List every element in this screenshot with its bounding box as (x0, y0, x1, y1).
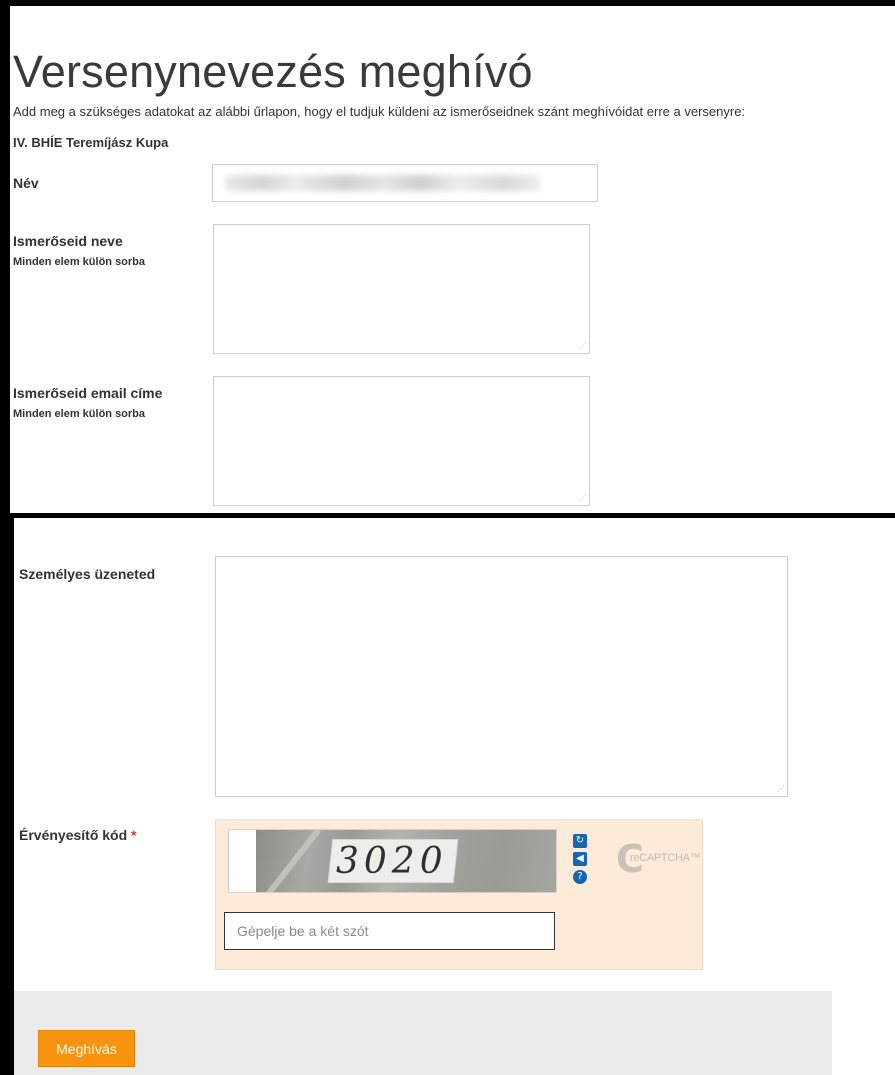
captcha-image: 3020 (228, 829, 557, 893)
captcha-label: Érvényesítő kód * (19, 827, 137, 843)
required-marker: * (131, 827, 137, 843)
screenshot-gap (10, 518, 895, 544)
screenshot-frame-left-lower (0, 518, 14, 1075)
friends-names-hint: Minden elem külön sorba (13, 256, 146, 268)
recaptcha-brand: reCAPTCHA™ (630, 852, 701, 864)
friends-emails-hint: Minden elem külön sorba (13, 408, 146, 420)
captcha-label-text: Érvényesítő kód (19, 827, 128, 843)
name-field[interactable] (212, 164, 598, 202)
screenshot-frame-left (0, 0, 10, 518)
captcha-photo: 3020 (256, 830, 556, 892)
refresh-icon[interactable]: ↻ (573, 834, 587, 848)
captcha-image-text: 3020 (336, 841, 448, 882)
friends-emails-textarea[interactable] (213, 376, 590, 506)
intro-text: Add meg a szükséges adatokat az alábbi ű… (13, 104, 746, 119)
page-title: Versenynevezés meghívó (13, 46, 533, 97)
invite-submit-button[interactable]: Meghívás (38, 1030, 135, 1067)
name-label: Név (13, 175, 39, 191)
form-footer (14, 991, 832, 1075)
message-label: Személyes üzeneted (19, 566, 156, 582)
friends-names-textarea[interactable] (213, 224, 590, 354)
message-textarea[interactable] (215, 556, 788, 797)
event-name: IV. BHÍE Teremíjász Kupa (13, 135, 169, 150)
recaptcha-logo: C reCAPTCHA™ (616, 838, 701, 880)
friends-emails-label: Ismerőseid email címe (13, 385, 163, 401)
friends-names-label: Ismerőseid neve (13, 233, 123, 249)
help-icon[interactable]: ? (573, 870, 587, 884)
audio-icon[interactable]: ◀ (573, 852, 587, 866)
captcha-input[interactable] (224, 912, 555, 950)
screenshot-frame-top (0, 0, 895, 6)
captcha-controls: ↻ ◀ ? (570, 834, 604, 894)
blurred-name-value (225, 175, 541, 191)
